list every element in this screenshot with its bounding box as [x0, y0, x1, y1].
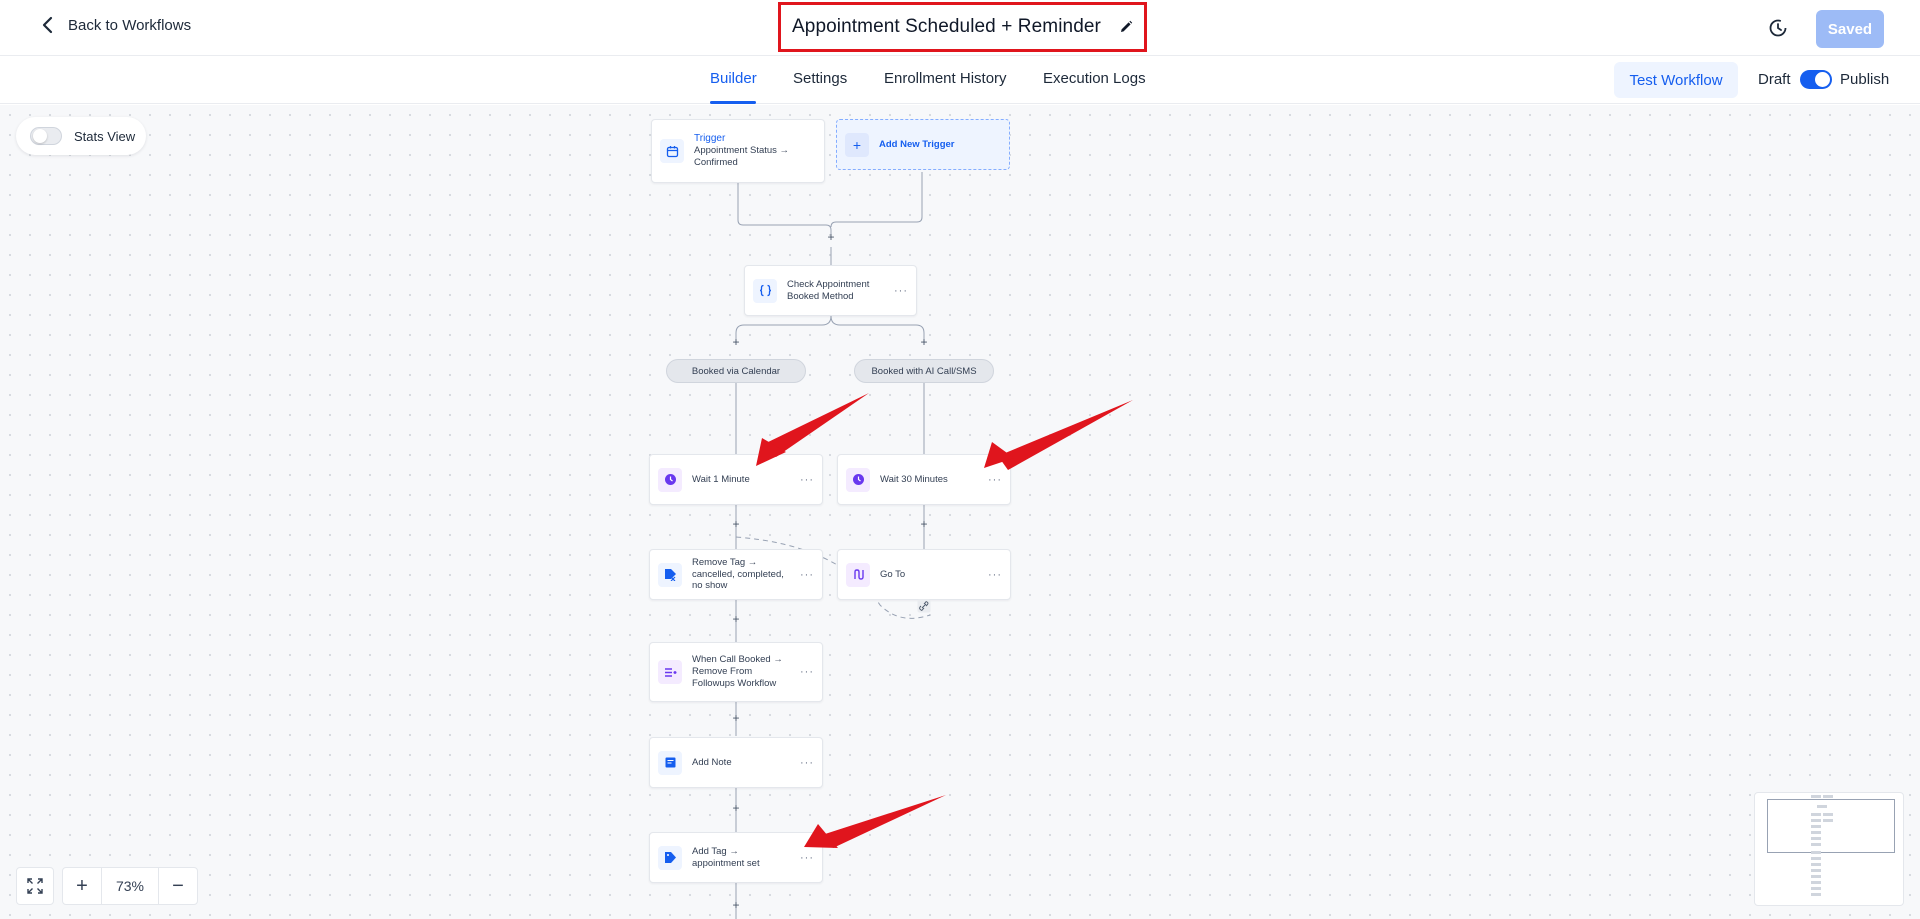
minimap[interactable]: [1754, 792, 1904, 906]
branch-label-calendar[interactable]: Booked via Calendar: [666, 359, 806, 383]
condition-text: Check Appointment Booked Method: [787, 278, 870, 302]
tab-execution-logs[interactable]: Execution Logs: [1043, 70, 1146, 87]
calendar-icon: [660, 139, 684, 163]
braces-icon: [753, 278, 777, 303]
add-step-plus-icon[interactable]: +: [730, 899, 742, 911]
publish-toggle[interactable]: [1800, 70, 1832, 89]
step-text: When Call Booked → Remove From Followups…: [692, 654, 783, 689]
list-remove-icon: [658, 660, 682, 684]
expand-icon: [27, 878, 43, 894]
workflow-title-annotation: Appointment Scheduled + Reminder: [778, 2, 1147, 52]
minimap-nodes: [1811, 795, 1833, 896]
add-step-plus-icon[interactable]: +: [825, 231, 837, 243]
add-new-trigger-label: Add New Trigger: [879, 139, 955, 150]
more-options-icon[interactable]: ···: [800, 474, 814, 486]
add-note-node[interactable]: Add Note ···: [649, 737, 823, 788]
wait-step-node[interactable]: Wait 30 Minutes ···: [837, 454, 1011, 505]
publish-label: Publish: [1840, 71, 1890, 88]
test-workflow-button[interactable]: Test Workflow: [1614, 62, 1738, 98]
add-step-plus-icon[interactable]: +: [730, 518, 742, 530]
more-options-icon[interactable]: ···: [988, 569, 1002, 581]
add-step-plus-icon[interactable]: +: [730, 802, 742, 814]
zoom-in-button[interactable]: +: [63, 868, 101, 904]
stats-view-toggle[interactable]: Stats View: [16, 117, 146, 155]
back-label: Back to Workflows: [68, 16, 192, 34]
saved-button[interactable]: Saved: [1816, 10, 1884, 48]
tab-enrollment-history[interactable]: Enrollment History: [884, 70, 1007, 87]
step-text: Remove Tag → cancelled, completed, no sh…: [692, 556, 784, 592]
tab-settings[interactable]: Settings: [793, 70, 847, 87]
pencil-icon[interactable]: [1119, 20, 1133, 34]
tab-builder[interactable]: Builder: [710, 70, 757, 87]
workflow-title[interactable]: Appointment Scheduled + Reminder: [792, 16, 1101, 38]
trigger-node[interactable]: Trigger Appointment Status → Confirmed: [651, 119, 825, 183]
branch-label-ai-call[interactable]: Booked with AI Call/SMS: [854, 359, 994, 383]
more-options-icon[interactable]: ···: [800, 757, 814, 769]
go-to-node[interactable]: Go To ···: [837, 549, 1011, 600]
step-text: Wait 30 Minutes: [880, 473, 948, 485]
clock-icon: [846, 467, 870, 492]
remove-tag-node[interactable]: Remove Tag → cancelled, completed, no sh…: [649, 549, 823, 600]
stats-switch[interactable]: [30, 127, 62, 145]
step-text: Add Note: [692, 756, 732, 768]
chevron-left-icon: [42, 16, 53, 34]
tab-bar: Builder Settings Enrollment History Exec…: [0, 56, 1920, 104]
draft-label: Draft: [1758, 71, 1791, 88]
back-to-workflows-link[interactable]: Back to Workflows: [40, 16, 191, 34]
zoom-out-button[interactable]: −: [159, 868, 197, 904]
zoom-level: 73%: [101, 868, 159, 904]
stats-view-label: Stats View: [74, 128, 136, 144]
workflow-connectors: [735, 172, 931, 919]
more-options-icon[interactable]: ···: [894, 285, 908, 297]
active-tab-indicator: [710, 101, 756, 104]
add-step-plus-icon[interactable]: +: [918, 518, 930, 530]
step-text: Add Tag → appointment set: [692, 845, 760, 869]
zoom-controls: + 73% −: [62, 867, 198, 905]
trigger-condition: Appointment Status → Confirmed: [694, 145, 790, 169]
plus-icon: +: [845, 132, 869, 157]
workflow-canvas[interactable]: Stats View Trigger Appointment Status → …: [0, 105, 1920, 919]
tag-remove-icon: [658, 562, 682, 587]
condition-node[interactable]: Check Appointment Booked Method ···: [744, 265, 917, 316]
step-text: Go To: [880, 568, 906, 580]
more-options-icon[interactable]: ···: [800, 852, 814, 864]
add-step-plus-icon[interactable]: +: [918, 336, 930, 348]
note-icon: [658, 750, 682, 775]
link-icon[interactable]: [917, 599, 931, 613]
wait-step-node[interactable]: Wait 1 Minute ···: [649, 454, 823, 505]
more-options-icon[interactable]: ···: [988, 474, 1002, 486]
more-options-icon[interactable]: ···: [800, 666, 814, 678]
add-tag-node[interactable]: Add Tag → appointment set ···: [649, 832, 823, 883]
add-step-plus-icon[interactable]: +: [730, 712, 742, 724]
tag-icon: [658, 845, 682, 870]
add-step-plus-icon[interactable]: +: [730, 336, 742, 348]
step-text: Wait 1 Minute: [692, 473, 750, 485]
fit-view-button[interactable]: [16, 867, 54, 905]
history-icon[interactable]: [1768, 18, 1788, 38]
top-bar: Back to Workflows Appointment Scheduled …: [0, 0, 1920, 56]
more-options-icon[interactable]: ···: [800, 569, 814, 581]
trigger-label: Trigger: [694, 132, 726, 144]
add-step-plus-icon[interactable]: +: [730, 613, 742, 625]
add-new-trigger-button[interactable]: + Add New Trigger: [836, 119, 1010, 170]
remove-from-workflow-node[interactable]: When Call Booked → Remove From Followups…: [649, 642, 823, 702]
clock-icon: [658, 467, 682, 492]
goto-icon: [846, 562, 870, 587]
trigger-text: Trigger Appointment Status → Confirmed: [694, 133, 816, 169]
